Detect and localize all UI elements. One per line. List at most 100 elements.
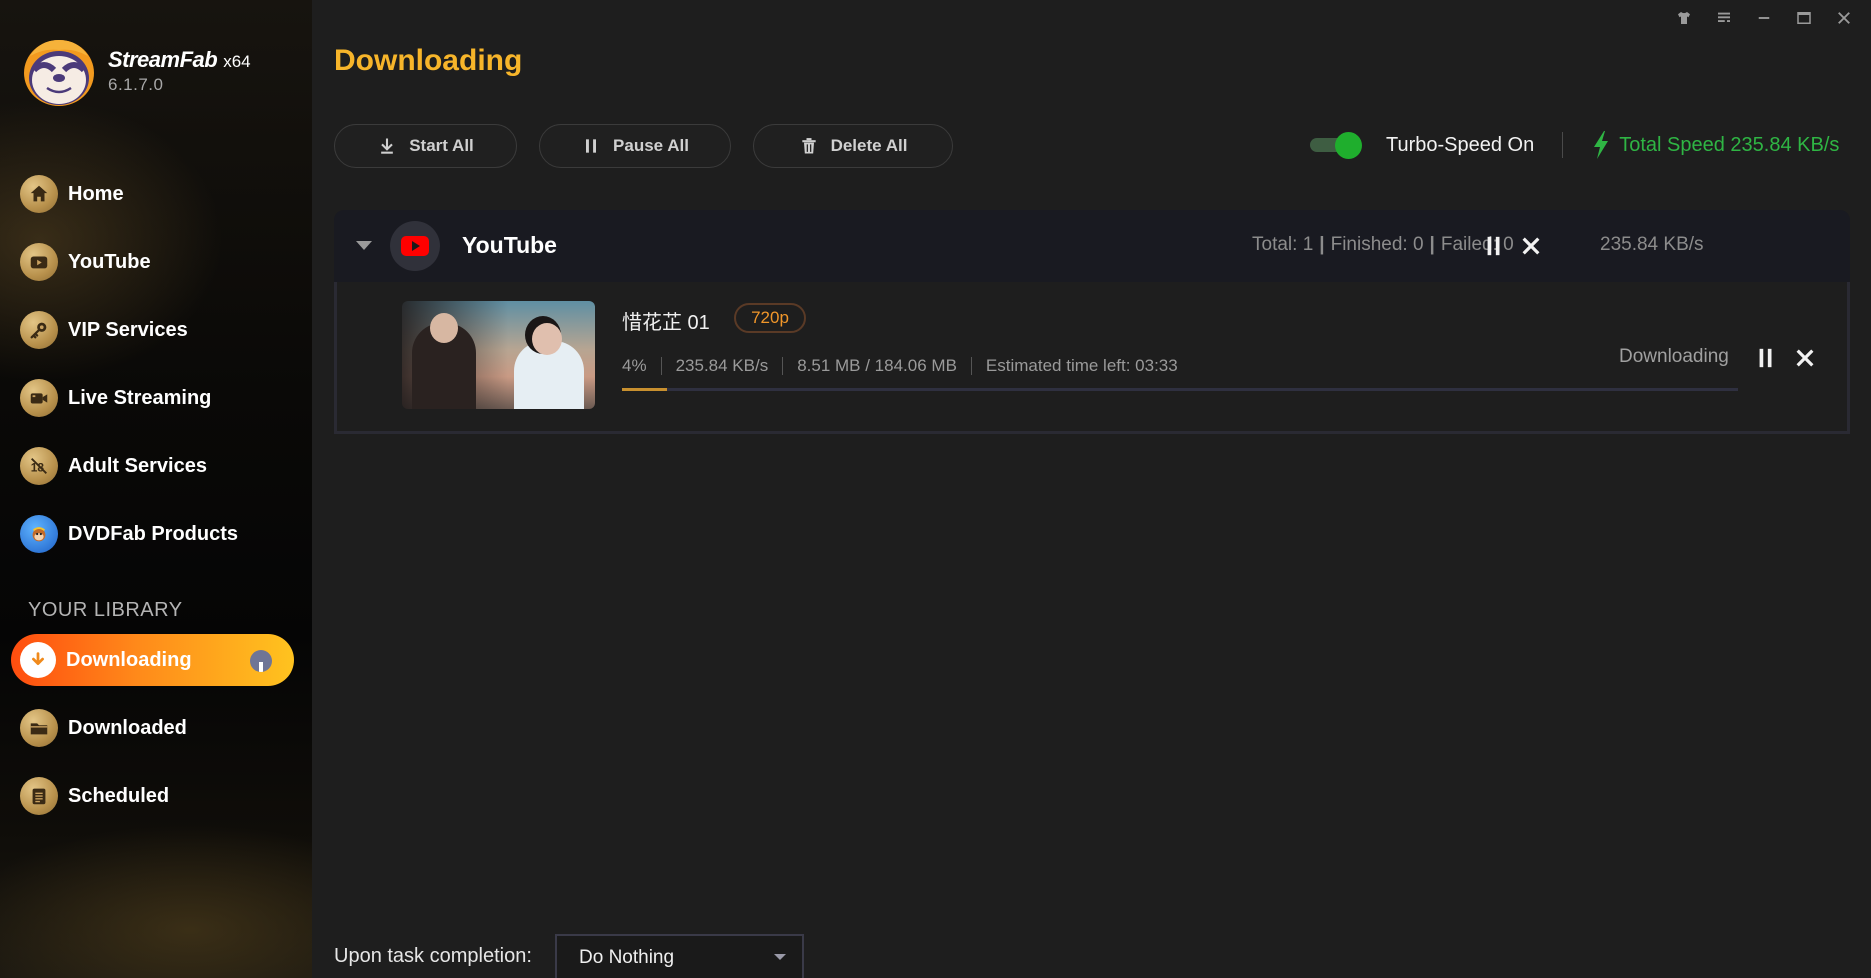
sidebar-item-scheduled[interactable]: Scheduled bbox=[0, 762, 312, 830]
turbo-speed-area: Turbo-Speed On Total Speed 235.84 KB/s bbox=[1308, 130, 1839, 160]
sidebar-item-label: Adult Services bbox=[68, 454, 207, 477]
pause-all-label: Pause All bbox=[613, 136, 689, 155]
app-version: 6.1.7.0 bbox=[108, 75, 164, 94]
lightning-bolt-icon bbox=[1594, 131, 1609, 159]
group-remove-button[interactable] bbox=[1517, 232, 1545, 260]
sidebar-item-label: Downloaded bbox=[68, 716, 187, 739]
divider bbox=[1562, 132, 1564, 158]
turbo-speed-label: Turbo-Speed On bbox=[1386, 133, 1535, 156]
video-camera-icon bbox=[20, 379, 58, 417]
sidebar-item-live-streaming[interactable]: Live Streaming bbox=[0, 364, 312, 432]
progress-bar bbox=[622, 388, 1738, 391]
brand: StreamFab x64 6.1.7.0 bbox=[20, 34, 251, 108]
toggle-knob bbox=[1335, 132, 1362, 159]
group-pause-button[interactable] bbox=[1480, 232, 1508, 260]
dvdfab-mascot-icon bbox=[20, 515, 58, 553]
sidebar-nav: Home YouTube VIP Services Live Streaming… bbox=[0, 160, 312, 568]
maximize-button[interactable] bbox=[1791, 6, 1817, 30]
sidebar-item-label: Home bbox=[68, 182, 124, 205]
sidebar-item-label: Downloading bbox=[66, 648, 192, 671]
stat-separator: | bbox=[1319, 234, 1325, 255]
divider bbox=[970, 357, 972, 375]
minimize-button[interactable] bbox=[1751, 6, 1777, 30]
completion-action-select[interactable]: Do Nothing bbox=[555, 934, 804, 978]
task-title: 惜花芷 01 bbox=[622, 312, 710, 334]
quality-badge: 720p bbox=[734, 303, 806, 333]
completion-action-label: Upon task completion: bbox=[334, 945, 532, 967]
task-eta: Estimated time left: 03:33 bbox=[985, 356, 1178, 375]
pause-icon bbox=[586, 139, 597, 153]
youtube-logo-icon bbox=[401, 236, 429, 256]
folder-icon bbox=[20, 709, 58, 747]
clipboard-list-icon bbox=[20, 777, 58, 815]
app-name: StreamFab bbox=[108, 47, 218, 72]
sidebar-item-label: YouTube bbox=[68, 250, 151, 273]
menu-button[interactable] bbox=[1711, 6, 1737, 30]
group-speed: 235.84 KB/s bbox=[1600, 234, 1704, 255]
collapse-caret-icon[interactable] bbox=[356, 241, 372, 250]
sidebar-item-youtube[interactable]: YouTube bbox=[0, 228, 312, 296]
shirt-icon bbox=[1678, 12, 1690, 24]
turbo-speed-toggle[interactable] bbox=[1308, 130, 1364, 160]
group-header: YouTube Total: 1 | Finished: 0 | Failed:… bbox=[334, 210, 1850, 282]
close-window-button[interactable] bbox=[1831, 6, 1857, 30]
sidebar-item-adult-services[interactable]: 18 Adult Services bbox=[0, 432, 312, 500]
task-pause-button[interactable] bbox=[1752, 344, 1780, 372]
youtube-icon bbox=[20, 243, 58, 281]
divider bbox=[782, 357, 784, 375]
pause-icon bbox=[1759, 348, 1772, 368]
task-meta: 4% 235.84 KB/s 8.51 MB / 184.06 MB Estim… bbox=[622, 356, 1178, 376]
close-icon bbox=[1522, 237, 1540, 255]
sidebar-item-label: Scheduled bbox=[68, 784, 170, 807]
download-group-youtube: YouTube Total: 1 | Finished: 0 | Failed:… bbox=[334, 210, 1850, 434]
app-arch: x64 bbox=[223, 52, 251, 71]
svg-text:18: 18 bbox=[31, 461, 45, 475]
group-title: YouTube bbox=[462, 232, 557, 258]
task-percent: 4% bbox=[622, 356, 647, 375]
library-section-title: YOUR LIBRARY bbox=[28, 599, 183, 621]
divider bbox=[660, 357, 662, 375]
sidebar-item-label: DVDFab Products bbox=[68, 522, 239, 545]
window-controls bbox=[1671, 6, 1857, 30]
skin-button[interactable] bbox=[1671, 6, 1697, 30]
home-icon bbox=[20, 175, 58, 213]
sidebar-item-home[interactable]: Home bbox=[0, 160, 312, 228]
download-task-row: 惜花芷 01 720p 4% 235.84 KB/s 8.51 MB / 184… bbox=[334, 282, 1850, 434]
maximize-icon bbox=[1797, 12, 1811, 24]
sidebar-item-downloaded[interactable]: Downloaded bbox=[0, 694, 312, 762]
progress-fill bbox=[622, 388, 667, 391]
start-all-button[interactable]: Start All bbox=[334, 124, 517, 168]
task-speed: 235.84 KB/s bbox=[675, 356, 769, 375]
sidebar-item-vip-services[interactable]: VIP Services bbox=[0, 296, 312, 364]
close-icon bbox=[1796, 349, 1814, 367]
streamfab-logo-icon bbox=[24, 40, 94, 106]
task-size: 8.51 MB / 184.06 MB bbox=[797, 356, 957, 375]
close-icon bbox=[1838, 12, 1850, 24]
download-status-indicator bbox=[250, 650, 272, 672]
sidebar-item-label: VIP Services bbox=[68, 318, 188, 341]
start-all-label: Start All bbox=[409, 136, 474, 155]
sidebar: StreamFab x64 6.1.7.0 Home YouTube VIP Se… bbox=[0, 0, 312, 978]
key-icon bbox=[20, 311, 58, 349]
download-icon bbox=[20, 642, 56, 678]
task-status: Downloading bbox=[1619, 346, 1729, 367]
sidebar-item-label: Live Streaming bbox=[68, 386, 212, 409]
no-18-icon: 18 bbox=[20, 447, 58, 485]
chevron-down-icon bbox=[774, 954, 786, 960]
delete-all-button[interactable]: Delete All bbox=[753, 124, 953, 168]
total-speed: Total Speed 235.84 KB/s bbox=[1619, 133, 1840, 156]
toolbar: Start All Pause All Delete All bbox=[334, 124, 953, 168]
completion-action-value: Do Nothing bbox=[579, 947, 675, 968]
pause-all-button[interactable]: Pause All bbox=[539, 124, 731, 168]
service-logo bbox=[390, 221, 440, 271]
video-thumbnail[interactable] bbox=[402, 301, 595, 409]
library-nav: Downloading Downloaded Scheduled bbox=[0, 634, 312, 830]
task-remove-button[interactable] bbox=[1791, 344, 1819, 372]
sidebar-item-dvdfab-products[interactable]: DVDFab Products bbox=[0, 500, 312, 568]
stat-total: Total: 1 bbox=[1252, 234, 1314, 255]
stat-separator: | bbox=[1429, 234, 1435, 255]
minimize-icon bbox=[1758, 17, 1770, 19]
sidebar-item-downloading[interactable]: Downloading bbox=[11, 634, 294, 686]
delete-all-label: Delete All bbox=[830, 136, 908, 155]
menu-icon bbox=[1718, 12, 1730, 22]
